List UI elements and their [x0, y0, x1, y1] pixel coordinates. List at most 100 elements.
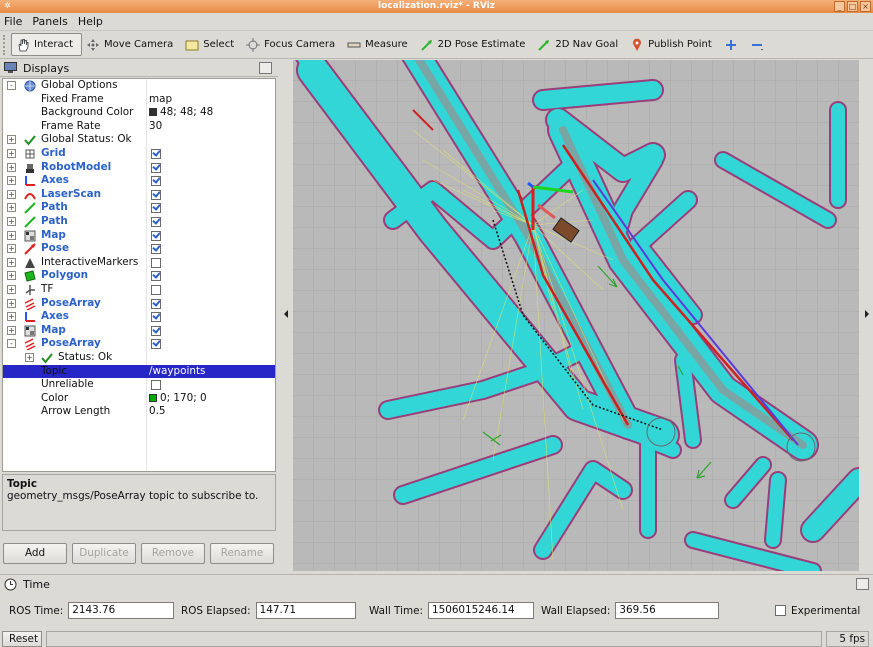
expand-icon[interactable]: + [7, 285, 16, 294]
enabled-checkbox[interactable] [151, 380, 161, 391]
tree-row[interactable]: + Pose [3, 242, 275, 256]
tree-row[interactable]: + Map [3, 229, 275, 243]
tree-row[interactable]: Color 0; 170; 0 [3, 392, 275, 406]
expand-icon[interactable]: + [7, 203, 16, 213]
tree-row[interactable]: + Status: Ok [3, 351, 275, 365]
tree-row[interactable]: + Global Status: Ok [3, 133, 275, 147]
expand-icon[interactable]: + [25, 353, 34, 362]
expand-icon[interactable]: + [7, 312, 16, 322]
expand-icon[interactable]: + [7, 217, 16, 226]
remove-button[interactable]: Remove [141, 543, 205, 564]
tree-row[interactable]: + LaserScan [3, 188, 275, 202]
expand-icon[interactable]: + [7, 162, 16, 172]
menu-file[interactable]: File [4, 15, 22, 28]
wall-elapsed-input[interactable]: 369.56 [615, 602, 720, 619]
render-view-3d[interactable] [293, 60, 859, 571]
enabled-checkbox[interactable] [151, 325, 161, 336]
enabled-checkbox[interactable] [151, 298, 161, 309]
tree-row[interactable]: + PoseArray [3, 297, 275, 311]
enabled-checkbox[interactable] [151, 230, 161, 241]
expand-icon[interactable]: + [7, 149, 16, 158]
rename-button[interactable]: Rename [210, 543, 274, 564]
add-tool-button[interactable] [720, 33, 746, 56]
enabled-checkbox[interactable] [151, 339, 161, 350]
collapse-right-arrow-icon[interactable] [865, 310, 869, 318]
undock-button[interactable] [259, 62, 272, 74]
tree-row[interactable]: + Path [3, 201, 275, 215]
tree-row[interactable]: + Grid [3, 147, 275, 161]
expand-icon[interactable]: + [7, 230, 16, 240]
enabled-checkbox[interactable] [151, 244, 161, 255]
time-undock-button[interactable] [856, 578, 869, 590]
menu-panels[interactable]: Panels [32, 15, 67, 28]
collapse-icon[interactable]: - [7, 81, 16, 90]
enabled-checkbox[interactable] [151, 189, 161, 200]
collapse-left-arrow-icon[interactable] [284, 310, 288, 318]
tree-row[interactable]: Fixed Frame map [3, 93, 275, 107]
wall-time-input[interactable]: 1506015246.14 [427, 602, 534, 619]
enabled-checkbox[interactable] [151, 203, 161, 214]
tree-row[interactable]: Topic/waypoints [3, 364, 275, 379]
toolbar-grip[interactable] [3, 34, 7, 55]
left-splitter[interactable] [280, 60, 292, 571]
expand-icon[interactable]: + [7, 244, 16, 254]
expand-icon[interactable]: + [7, 298, 16, 308]
tool-interact[interactable]: Interact [11, 33, 83, 56]
remove-tool-button[interactable] [746, 33, 772, 56]
tool-publish-point[interactable]: Publish Point [626, 33, 720, 56]
tool-2d-pose-estimate[interactable]: 2D Pose Estimate [416, 33, 534, 56]
right-splitter[interactable] [860, 60, 873, 571]
tree-row[interactable]: - Global Options [3, 79, 275, 93]
minimize-button[interactable]: _ [834, 1, 845, 12]
tree-row[interactable]: Background Color 48; 48; 48 [3, 106, 275, 120]
tree-row[interactable]: + InteractiveMarkers [3, 256, 275, 270]
expand-icon[interactable]: + [7, 257, 16, 267]
enabled-checkbox[interactable] [151, 217, 161, 227]
tree-row-value[interactable]: 48; 48; 48 [149, 106, 213, 120]
tree-row[interactable]: + Map [3, 324, 275, 338]
enabled-checkbox[interactable] [151, 162, 161, 173]
menu-help[interactable]: Help [78, 15, 103, 28]
tree-row[interactable]: + RobotModel [3, 161, 275, 175]
ros-elapsed-input[interactable]: 147.71 [255, 602, 356, 619]
displays-tree[interactable]: - Global Options Fixed Frame map Background … [2, 78, 276, 472]
expand-icon[interactable]: + [7, 135, 16, 145]
tree-row[interactable]: - PoseArray [3, 337, 275, 351]
expand-icon[interactable]: + [7, 271, 16, 281]
tree-row[interactable]: + Axes [3, 310, 275, 324]
tree-row[interactable]: + Polygon [3, 269, 275, 283]
enabled-checkbox[interactable] [151, 149, 161, 159]
close-button[interactable]: × [860, 1, 871, 12]
tool-select[interactable]: Select [181, 33, 242, 56]
tree-row-value[interactable]: /waypoints [149, 365, 205, 379]
tool-move-camera[interactable]: Move Camera [82, 33, 181, 56]
expand-icon[interactable]: + [7, 189, 16, 199]
enabled-checkbox[interactable] [151, 285, 161, 295]
tree-row[interactable]: Arrow Length 0.5 [3, 405, 275, 419]
tree-row-value[interactable]: map [149, 93, 172, 107]
tool-2d-nav-goal[interactable]: 2D Nav Goal [533, 33, 626, 56]
enabled-checkbox[interactable] [151, 312, 161, 323]
enabled-checkbox[interactable] [151, 176, 161, 187]
tree-row-value[interactable]: 30 [149, 120, 162, 134]
expand-icon[interactable]: + [7, 325, 16, 335]
tree-row-value[interactable]: 0.5 [149, 405, 166, 419]
enabled-checkbox[interactable] [151, 257, 161, 268]
tree-row-value[interactable]: 0; 170; 0 [149, 392, 207, 406]
tree-row[interactable]: + Path [3, 215, 275, 229]
tool-focus-camera[interactable]: Focus Camera [242, 33, 343, 56]
maximize-button[interactable]: □ [847, 1, 858, 12]
tree-row[interactable]: + TF [3, 283, 275, 297]
collapse-icon[interactable]: - [7, 339, 16, 349]
tree-row[interactable]: + Axes [3, 174, 275, 188]
tool-measure[interactable]: Measure [343, 33, 416, 56]
add-button[interactable]: Add [3, 543, 67, 564]
experimental-checkbox[interactable] [775, 605, 786, 616]
enabled-checkbox[interactable] [151, 271, 161, 282]
ros-time-input[interactable]: 2143.76 [68, 602, 175, 619]
tree-row[interactable]: Frame Rate 30 [3, 120, 275, 134]
expand-icon[interactable]: + [7, 176, 16, 186]
duplicate-button[interactable]: Duplicate [72, 543, 136, 564]
reset-button[interactable]: Reset [2, 631, 42, 647]
tree-row[interactable]: Unreliable [3, 378, 275, 392]
